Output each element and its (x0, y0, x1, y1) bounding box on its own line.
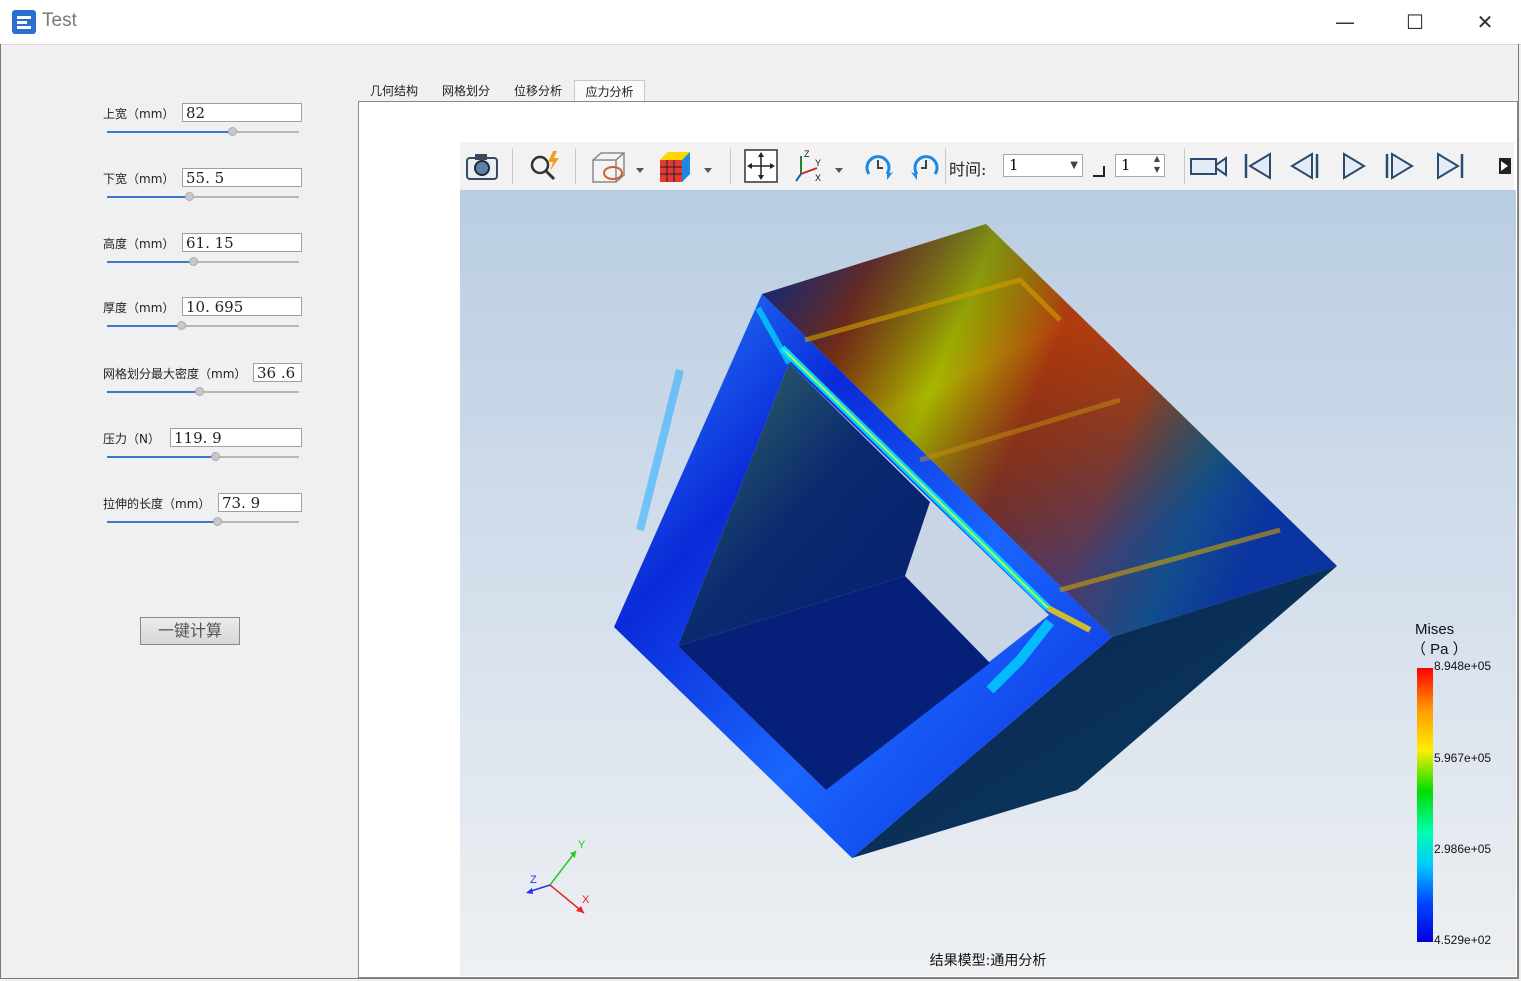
minimize-button[interactable]: — (1310, 0, 1380, 44)
height-slider[interactable] (107, 257, 299, 266)
color-scale-bar (1417, 668, 1433, 942)
tab-displacement[interactable]: 位移分析 (504, 80, 572, 102)
next-frame-icon[interactable] (1382, 148, 1418, 184)
time-label: 时间: (949, 160, 987, 179)
last-frame-icon[interactable] (1432, 148, 1468, 184)
param-label: 上宽（mm） (103, 107, 175, 121)
slider-handle[interactable] (177, 321, 186, 330)
param-label: 拉伸的长度（mm） (103, 497, 211, 511)
app-icon (12, 10, 36, 34)
slider-handle[interactable] (185, 192, 194, 201)
viewer-toolbar: Z Y X 时间: 1 ▼ 1 ▲ ▼ (460, 142, 1514, 191)
slider-handle[interactable] (228, 127, 237, 136)
mesh-density-input[interactable]: 6. 36 (253, 363, 302, 382)
top-width-slider[interactable] (107, 127, 299, 136)
legend-tick-max: 8.948e+05 (1434, 659, 1492, 673)
top-width-input[interactable]: 82 (182, 103, 302, 122)
axis-y-label: Y (578, 839, 586, 851)
fit-view-icon[interactable] (743, 148, 779, 184)
step-spinbox-value: 1 (1121, 156, 1131, 174)
slider-handle[interactable] (189, 257, 198, 266)
zoom-icon[interactable] (526, 148, 564, 184)
legend-tick-min: 4.529e+02 (1434, 933, 1492, 947)
param-label: 厚度（mm） (103, 301, 175, 315)
param-label: 下宽（mm） (103, 172, 175, 186)
result-model-caption: 结果模型:通用分析 (929, 953, 1047, 969)
close-button[interactable]: ✕ (1450, 0, 1520, 44)
legend-tick: 5.967e+05 (1434, 751, 1492, 765)
spin-arrows-icon[interactable]: ▲ ▼ (1154, 153, 1160, 175)
calculate-button[interactable]: 一键计算 (140, 617, 240, 645)
pressure-input[interactable]: 119. 9 (170, 428, 302, 447)
rotate-ccw-icon[interactable] (908, 148, 944, 184)
slider-handle[interactable] (213, 517, 222, 526)
legend-title: Mises (1415, 621, 1455, 638)
legend-unit: （ Pa ） (1411, 641, 1468, 658)
param-label: 压力（N） (103, 432, 160, 446)
extrude-length-input[interactable]: 73. 9 (218, 493, 302, 512)
time-select[interactable]: 1 ▼ (1003, 154, 1083, 177)
tab-meshing[interactable]: 网格划分 (432, 80, 500, 102)
bottom-width-slider[interactable] (107, 192, 299, 201)
svg-text:X: X (815, 173, 821, 183)
axes-indicator: Y X Z (526, 839, 590, 914)
prev-frame-icon[interactable] (1286, 148, 1322, 184)
svg-text:Z: Z (804, 149, 810, 159)
step-icon (1093, 166, 1105, 177)
thickness-slider[interactable] (107, 321, 299, 330)
axes-icon[interactable]: Z Y X (793, 148, 853, 184)
axis-z-label: Z (530, 874, 537, 886)
toolbar-overflow-icon[interactable] (1496, 148, 1514, 184)
axis-x-label: X (582, 894, 590, 906)
3d-viewport[interactable]: Y X Z Mises （ Pa ） 8.948e+05 5.967e+05 2… (460, 190, 1516, 976)
time-select-value: 1 (1009, 156, 1019, 174)
pressure-slider[interactable] (107, 452, 299, 461)
display-mode-icon[interactable] (588, 148, 650, 184)
rotate-cw-icon[interactable] (860, 148, 896, 184)
thickness-input[interactable]: 10. 695 (182, 297, 302, 316)
param-label: 网格划分最大密度（mm） (103, 367, 247, 381)
maximize-button[interactable]: ☐ (1380, 0, 1450, 44)
play-icon[interactable] (1336, 148, 1372, 184)
title-bar: Test — ☐ ✕ (0, 0, 1521, 45)
camera-icon[interactable] (464, 148, 500, 184)
height-input[interactable]: 61. 15 (182, 233, 302, 252)
svg-text:Y: Y (815, 158, 821, 168)
legend-tick: 2.986e+05 (1434, 842, 1492, 856)
record-icon[interactable] (1188, 148, 1230, 184)
window-title: Test (42, 10, 77, 31)
color-cube-icon[interactable] (656, 148, 718, 184)
step-spinbox[interactable]: 1 ▲ ▼ (1115, 154, 1165, 177)
bottom-width-input[interactable]: 55. 5 (182, 168, 302, 187)
first-frame-icon[interactable] (1240, 148, 1276, 184)
tab-geometry[interactable]: 几何结构 (360, 80, 428, 102)
param-label: 高度（mm） (103, 237, 175, 251)
chevron-down-icon: ▼ (1070, 160, 1078, 171)
extrude-length-slider[interactable] (107, 517, 299, 526)
slider-handle[interactable] (211, 452, 220, 461)
tab-stress[interactable]: 应力分析 (574, 80, 645, 102)
mesh-density-slider[interactable] (107, 387, 299, 396)
stress-model-render (614, 224, 1337, 858)
slider-handle[interactable] (195, 387, 204, 396)
